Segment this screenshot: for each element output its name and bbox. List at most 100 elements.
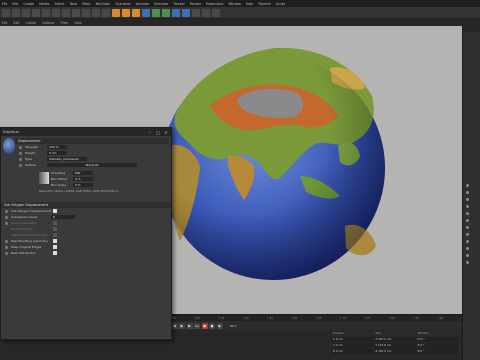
strength-field[interactable]: 100 % bbox=[47, 144, 67, 150]
recent-tool-icon[interactable] bbox=[62, 8, 70, 17]
render-settings-icon[interactable] bbox=[132, 8, 140, 17]
x-axis-icon[interactable] bbox=[72, 8, 80, 17]
blur-scale-row: Blur Scale 0 % bbox=[51, 182, 93, 188]
height-field[interactable]: 3 cm bbox=[47, 150, 67, 156]
maximize-icon[interactable]: □ bbox=[155, 129, 161, 135]
blur-scale-field[interactable]: 0 % bbox=[73, 182, 93, 188]
menu-item[interactable]: Window bbox=[228, 2, 241, 6]
ruler-tick: 45 bbox=[218, 316, 243, 320]
right-panel-row[interactable] bbox=[463, 203, 480, 210]
minimize-icon[interactable]: – bbox=[147, 129, 153, 135]
right-panel-row[interactable] bbox=[463, 245, 480, 252]
camera-icon[interactable] bbox=[202, 8, 210, 17]
menu-item[interactable]: Render bbox=[190, 2, 201, 6]
texture-field[interactable]: Bump.tif bbox=[47, 162, 137, 168]
menu-item[interactable]: File bbox=[2, 2, 7, 6]
coord-field[interactable]: H 0 ° bbox=[416, 337, 458, 342]
menu-item[interactable]: Tracker bbox=[173, 2, 185, 6]
deformer-icon[interactable] bbox=[182, 8, 190, 17]
checkbox-unchecked[interactable] bbox=[53, 233, 57, 237]
coord-field[interactable]: X 0 cm bbox=[332, 337, 374, 342]
record-icon[interactable]: ● bbox=[201, 322, 208, 329]
blur-offset-field[interactable]: 0 % bbox=[73, 176, 93, 182]
menu-item[interactable]: Extensions bbox=[206, 2, 223, 6]
floor-icon[interactable] bbox=[192, 8, 200, 17]
right-panel-row[interactable] bbox=[463, 217, 480, 224]
menu-item[interactable]: Select bbox=[54, 2, 64, 6]
menu-item[interactable]: Help bbox=[246, 2, 253, 6]
texture-thumbnail[interactable] bbox=[39, 172, 49, 184]
right-panel-row[interactable] bbox=[463, 231, 480, 238]
dialog-titlebar[interactable]: Displacer – □ × bbox=[1, 128, 171, 136]
subdivision-level-field[interactable]: 6 bbox=[51, 214, 75, 220]
scale-icon[interactable] bbox=[42, 8, 50, 17]
close-icon[interactable]: × bbox=[163, 129, 169, 135]
coord-field[interactable]: Z 167.5 cm bbox=[374, 349, 416, 354]
menu-item[interactable]: Script bbox=[276, 2, 285, 6]
play-icon[interactable]: ▶ bbox=[179, 322, 185, 329]
viewport-menu-item[interactable]: Edit bbox=[13, 21, 19, 25]
menu-item[interactable]: Simulate bbox=[154, 2, 168, 6]
menu-item[interactable]: Character bbox=[115, 2, 131, 6]
checkbox-checked[interactable] bbox=[53, 239, 57, 243]
checkbox-checked[interactable] bbox=[53, 245, 57, 249]
menu-item[interactable]: MoGraph bbox=[96, 2, 110, 6]
checkbox-unchecked[interactable] bbox=[53, 221, 57, 225]
render-picture-viewer-icon[interactable] bbox=[122, 8, 130, 17]
type-dropdown[interactable]: Intensity (Centered) bbox=[47, 156, 87, 162]
light-icon[interactable] bbox=[212, 8, 220, 17]
menu-item[interactable]: Create bbox=[24, 2, 35, 6]
checkbox-checked[interactable] bbox=[53, 251, 57, 255]
right-panel-row[interactable] bbox=[463, 189, 480, 196]
coord-field[interactable]: P 0 ° bbox=[416, 343, 458, 348]
end-frame[interactable]: 90 F bbox=[230, 324, 237, 328]
right-panel-row[interactable] bbox=[463, 238, 480, 245]
prev-key-icon[interactable]: ◀ bbox=[171, 322, 178, 329]
undo-icon[interactable] bbox=[2, 8, 10, 17]
subdivision-surface-icon[interactable] bbox=[162, 8, 170, 17]
menu-item[interactable]: Pipeline bbox=[258, 2, 270, 6]
spline-pen-icon[interactable] bbox=[152, 8, 160, 17]
viewport-menu-item[interactable]: File bbox=[2, 21, 7, 25]
right-panel-row[interactable] bbox=[463, 182, 480, 189]
ruler-tick: 70 bbox=[340, 316, 364, 320]
coord-field[interactable]: X 167.5 cm bbox=[374, 337, 416, 342]
viewport-menu-item[interactable]: Options bbox=[42, 21, 54, 25]
right-panel-row[interactable] bbox=[463, 210, 480, 217]
checkbox-unchecked[interactable] bbox=[53, 227, 57, 231]
right-panel-row[interactable] bbox=[463, 259, 480, 266]
menu-item[interactable]: Edit bbox=[12, 2, 18, 6]
cube-icon[interactable] bbox=[142, 8, 150, 17]
next-key-icon[interactable]: ▶ bbox=[186, 322, 193, 329]
goto-end-icon[interactable]: ⏭ bbox=[194, 322, 200, 329]
right-panel-row[interactable] bbox=[463, 252, 480, 259]
subpoly-label: Map Rounded Geometry bbox=[11, 233, 48, 237]
coord-field[interactable]: Y 167.8 cm bbox=[374, 343, 416, 348]
menu-item[interactable]: Modes bbox=[39, 2, 49, 6]
rotate-icon[interactable] bbox=[52, 8, 60, 17]
cloner-icon[interactable] bbox=[172, 8, 180, 17]
move-icon[interactable] bbox=[32, 8, 40, 17]
coord-field[interactable]: Z 0 cm bbox=[332, 349, 374, 354]
z-axis-icon[interactable] bbox=[92, 8, 100, 17]
right-panel-row[interactable] bbox=[463, 196, 480, 203]
menu-item[interactable]: Tools bbox=[69, 2, 77, 6]
checkbox-checked[interactable] bbox=[53, 209, 57, 213]
coord-field[interactable]: Y 0 cm bbox=[332, 343, 374, 348]
live-select-icon[interactable] bbox=[22, 8, 30, 17]
coord-field[interactable]: B 0 ° bbox=[416, 349, 458, 354]
autokey-icon[interactable]: ● bbox=[209, 322, 215, 329]
menu-item[interactable]: Mesh bbox=[82, 2, 90, 6]
coordinate-system-icon[interactable] bbox=[102, 8, 110, 17]
right-panel-row[interactable] bbox=[463, 224, 480, 231]
redo-icon[interactable] bbox=[12, 8, 20, 17]
viewport-menu-item[interactable]: View bbox=[74, 21, 82, 25]
viewport-menu-item[interactable]: Create bbox=[26, 21, 37, 25]
menu-item[interactable]: Animate bbox=[136, 2, 149, 6]
render-view-icon[interactable] bbox=[112, 8, 120, 17]
sampling-dropdown[interactable]: MIP bbox=[73, 170, 93, 176]
viewport-menu-item[interactable]: Filter bbox=[60, 21, 68, 25]
subpoly-label: Round Geometry bbox=[11, 221, 37, 225]
y-axis-icon[interactable] bbox=[82, 8, 90, 17]
keyframe-icon[interactable]: ◆ bbox=[216, 322, 223, 329]
